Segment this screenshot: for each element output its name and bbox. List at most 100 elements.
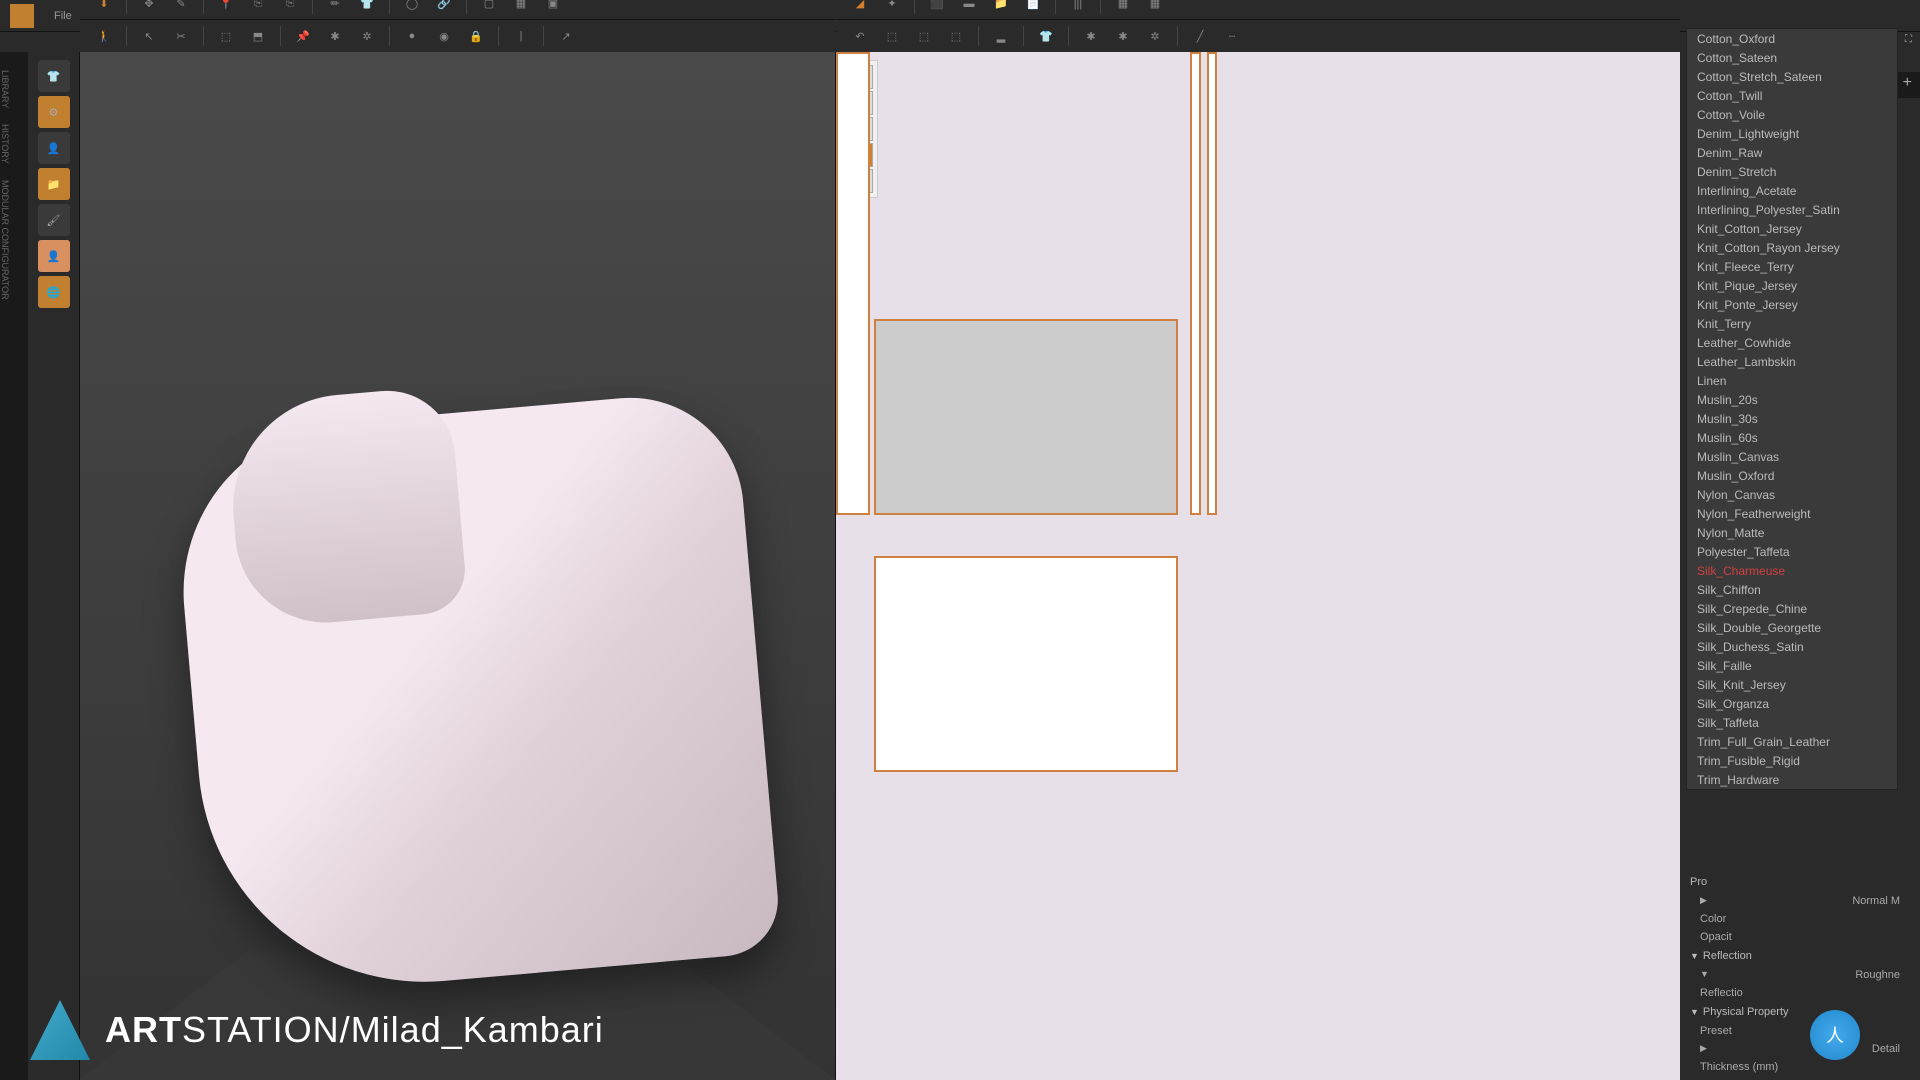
menu-file[interactable]: File bbox=[44, 6, 82, 26]
brush-icon[interactable]: 🖌 bbox=[38, 204, 70, 236]
fabric-opt[interactable]: Denim_Lightweight bbox=[1687, 124, 1897, 143]
note-icon[interactable]: 📄 bbox=[1019, 0, 1047, 16]
shirt-icon[interactable]: 👕 bbox=[353, 0, 381, 16]
sidebar-tab-library[interactable]: LIBRARY bbox=[0, 62, 10, 116]
fabric-opt[interactable]: Silk_Charmeuse bbox=[1687, 561, 1897, 580]
cut-icon[interactable]: ✂ bbox=[167, 24, 195, 48]
transform-icon[interactable]: ⬛ bbox=[923, 0, 951, 16]
snap4-icon[interactable]: ✱ bbox=[1109, 24, 1137, 48]
fabric-opt[interactable]: Linen bbox=[1687, 371, 1897, 390]
folder-icon[interactable]: 📁 bbox=[38, 168, 70, 200]
pen-icon[interactable]: ✏ bbox=[321, 0, 349, 16]
viewport-3d[interactable]: ⬇ ✥ ✎ 📍 ⎘ ⎘ ✏ 👕 ◯ 🔗 ▢ ▦ ▣ 🚶 ↖ ✂ ⬚ ⬒ bbox=[80, 52, 835, 1080]
fabric-opt[interactable]: Silk_Faille bbox=[1687, 656, 1897, 675]
prop-normalmap[interactable]: ▶Normal M bbox=[1680, 892, 1920, 910]
grid2-icon[interactable]: ▦ bbox=[1141, 0, 1169, 16]
sphere-icon[interactable]: ◉ bbox=[430, 24, 458, 48]
tool-c-icon[interactable]: ⬚ bbox=[942, 24, 970, 48]
select-arrow-icon[interactable]: ↗ bbox=[552, 24, 580, 48]
head-icon[interactable]: 👤 bbox=[38, 240, 70, 272]
fabric-opt[interactable]: Knit_Pique_Jersey bbox=[1687, 276, 1897, 295]
fabric-opt[interactable]: Knit_Cotton_Jersey bbox=[1687, 219, 1897, 238]
cube-icon[interactable]: ▣ bbox=[539, 0, 567, 16]
fabric-opt[interactable]: Silk_Crepede_Chine bbox=[1687, 599, 1897, 618]
fabric-opt[interactable]: Nylon_Canvas bbox=[1687, 485, 1897, 504]
lock-icon[interactable]: 🔒 bbox=[462, 24, 490, 48]
zipper-icon[interactable]: | bbox=[507, 24, 535, 48]
fabric-opt[interactable]: Leather_Cowhide bbox=[1687, 333, 1897, 352]
fabric-opt[interactable]: Muslin_60s bbox=[1687, 428, 1897, 447]
person-icon[interactable]: 👤 bbox=[38, 132, 70, 164]
prop-roughness[interactable]: ▼Roughne bbox=[1680, 966, 1920, 984]
snap5-icon[interactable]: ✲ bbox=[1141, 24, 1169, 48]
edit-pattern-icon[interactable]: ◢ bbox=[846, 0, 874, 16]
select-move-icon[interactable]: ✥ bbox=[135, 0, 163, 16]
snap-icon[interactable]: ✱ bbox=[321, 24, 349, 48]
fabric-opt[interactable]: Silk_Chiffon bbox=[1687, 580, 1897, 599]
link-icon[interactable]: 🔗 bbox=[430, 0, 458, 16]
fabric-opt[interactable]: Knit_Cotton_Rayon Jersey bbox=[1687, 238, 1897, 257]
tool-b-icon[interactable]: ⬚ bbox=[910, 24, 938, 48]
expand-icon[interactable]: ⛶ bbox=[1905, 34, 1912, 45]
tack-icon[interactable]: 📌 bbox=[289, 24, 317, 48]
clone2-icon[interactable]: ⎘ bbox=[276, 0, 304, 16]
sidebar-tab-modular[interactable]: MODULAR CONFIGURATOR bbox=[0, 172, 10, 308]
clone-icon[interactable]: ⎘ bbox=[244, 0, 272, 16]
fabric-opt[interactable]: Muslin_30s bbox=[1687, 409, 1897, 428]
property-header[interactable]: Pro bbox=[1680, 872, 1920, 892]
sidebar-tab-history[interactable]: HISTORY bbox=[0, 116, 10, 172]
iron-icon[interactable]: ▂ bbox=[987, 24, 1015, 48]
fabric-opt[interactable]: Trim_Hardware bbox=[1687, 770, 1897, 789]
folder2-icon[interactable]: 📁 bbox=[987, 0, 1015, 16]
fabric-opt[interactable]: Muslin_Canvas bbox=[1687, 447, 1897, 466]
pattern-piece-top-left[interactable] bbox=[836, 52, 870, 515]
fabric-opt[interactable]: Silk_Taffeta bbox=[1687, 713, 1897, 732]
prop-reflection-header[interactable]: ▼Reflection bbox=[1680, 946, 1920, 966]
fabric-opt[interactable]: Silk_Duchess_Satin bbox=[1687, 637, 1897, 656]
pattern-arrange-icon[interactable]: ⬚ bbox=[212, 24, 240, 48]
lasso-icon[interactable]: ◯ bbox=[398, 0, 426, 16]
cursor-icon[interactable]: ↖ bbox=[135, 24, 163, 48]
pattern-piece-main[interactable] bbox=[874, 319, 1178, 514]
fold-icon[interactable]: ⬒ bbox=[244, 24, 272, 48]
fabric-opt[interactable]: Muslin_Oxford bbox=[1687, 466, 1897, 485]
fabric-opt[interactable]: Cotton_Stretch_Sateen bbox=[1687, 67, 1897, 86]
dash-icon[interactable]: ┄ bbox=[1218, 24, 1246, 48]
globe-icon[interactable]: 🌐 bbox=[38, 276, 70, 308]
viewport-2d[interactable]: ◢ ✦ ⬛ ▬ 📁 📄 ||| ▦ ▦ ↶ ⬚ ⬚ ⬚ ▂ 👕 ✱ ✱ ✲ bbox=[835, 52, 1680, 1080]
fabric-opt[interactable]: Trim_Full_Grain_Leather bbox=[1687, 732, 1897, 751]
undo-icon[interactable]: ↶ bbox=[846, 24, 874, 48]
select-mesh-icon[interactable]: ✎ bbox=[167, 0, 195, 16]
rect-icon[interactable]: ▬ bbox=[955, 0, 983, 16]
pattern-piece-bottom[interactable] bbox=[874, 556, 1178, 772]
fabric-opt[interactable]: Silk_Knit_Jersey bbox=[1687, 675, 1897, 694]
prop-color[interactable]: Color bbox=[1680, 910, 1920, 928]
fabric-opt[interactable]: Nylon_Featherweight bbox=[1687, 504, 1897, 523]
fabric-opt[interactable]: Knit_Terry bbox=[1687, 314, 1897, 333]
fabric-opt[interactable]: Nylon_Matte bbox=[1687, 523, 1897, 542]
fabric-preset-dropdown[interactable]: Cotton_Oxford Cotton_Sateen Cotton_Stret… bbox=[1686, 28, 1898, 790]
fabric-opt[interactable]: Knit_Fleece_Terry bbox=[1687, 257, 1897, 276]
fabric-opt[interactable]: Interlining_Polyester_Satin bbox=[1687, 200, 1897, 219]
fabric-opt[interactable]: Silk_Organza bbox=[1687, 694, 1897, 713]
fabric-opt[interactable]: Knit_Ponte_Jersey bbox=[1687, 295, 1897, 314]
prop-opacity[interactable]: Opacit bbox=[1680, 928, 1920, 946]
fabric-opt[interactable]: Leather_Lambskin bbox=[1687, 352, 1897, 371]
gift-icon[interactable]: ▦ bbox=[507, 0, 535, 16]
viewport-3d-canvas[interactable] bbox=[80, 52, 835, 1080]
shirt2-icon[interactable]: 👕 bbox=[1032, 24, 1060, 48]
fabric-opt[interactable]: Cotton_Oxford bbox=[1687, 29, 1897, 48]
box-icon[interactable]: ▢ bbox=[475, 0, 503, 16]
fabric-opt[interactable]: Cotton_Twill bbox=[1687, 86, 1897, 105]
fabric-opt[interactable]: Cotton_Voile bbox=[1687, 105, 1897, 124]
grid1-icon[interactable]: ▦ bbox=[1109, 0, 1137, 16]
snap3-icon[interactable]: ✱ bbox=[1077, 24, 1105, 48]
add-button[interactable]: + bbox=[1895, 72, 1920, 98]
tool-a-icon[interactable]: ⬚ bbox=[878, 24, 906, 48]
fabric-opt[interactable]: Silk_Double_Georgette bbox=[1687, 618, 1897, 637]
fabric-opt[interactable]: Interlining_Acetate bbox=[1687, 181, 1897, 200]
fabric-opt[interactable]: Muslin_20s bbox=[1687, 390, 1897, 409]
avatar-mode-icon[interactable]: 👕 bbox=[38, 60, 70, 92]
sync-down-icon[interactable]: ⬇ bbox=[90, 0, 118, 16]
fabric-opt[interactable]: Cotton_Sateen bbox=[1687, 48, 1897, 67]
